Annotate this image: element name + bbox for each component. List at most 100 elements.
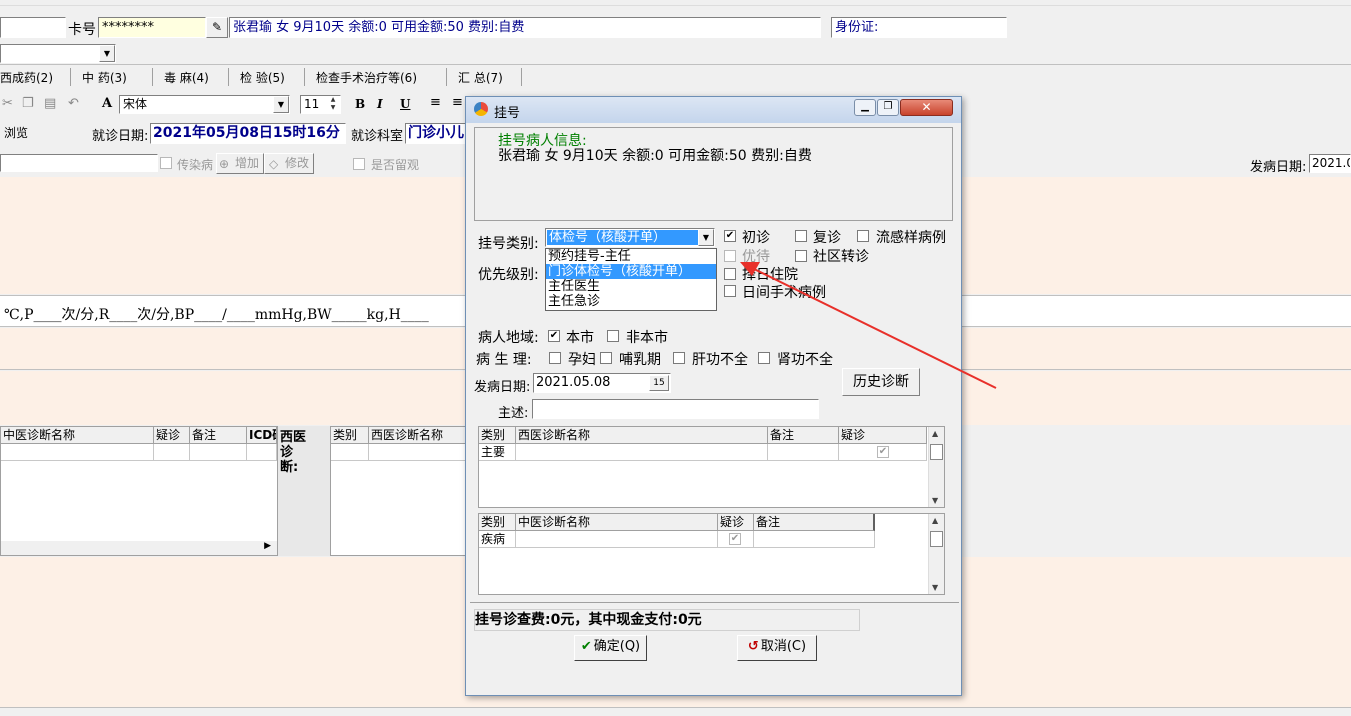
table-row[interactable]	[154, 444, 190, 461]
table-row[interactable]	[190, 444, 247, 461]
close-icon[interactable]: ✕	[900, 99, 953, 116]
dialog-onset-input[interactable]: 2021.05.08 15	[533, 373, 671, 393]
dropdown-option[interactable]: 主任急诊	[546, 294, 716, 309]
history-diagnosis-button[interactable]: 历史诊断	[842, 368, 920, 396]
table-row[interactable]	[516, 444, 768, 461]
chevron-down-icon[interactable]: ▼	[273, 96, 289, 113]
liver-label: 肝功不全	[692, 352, 748, 368]
edit-button[interactable]: ◇ 修改	[264, 153, 314, 174]
scroll-down-icon[interactable]: ▼	[932, 583, 938, 592]
tab-lab[interactable]: 检 验(5)	[240, 69, 285, 86]
scroll-thumb[interactable]	[930, 444, 943, 460]
calendar-icon[interactable]: 15	[649, 375, 669, 391]
visit-date-value[interactable]: 2021年05月08日15时16分	[150, 123, 346, 144]
italic-button[interactable]: I	[377, 97, 383, 111]
dialog-title-bar[interactable]: 挂号 ▁ ❐ ✕	[466, 97, 961, 123]
priority-wait-checkbox[interactable]	[724, 250, 736, 262]
paste-icon[interactable]: ▤	[44, 96, 56, 111]
chevron-down-icon[interactable]: ▼	[99, 45, 115, 62]
undo-icon[interactable]: ↶	[68, 96, 79, 111]
scroll-thumb[interactable]	[930, 531, 943, 547]
left-select[interactable]: ▼	[0, 44, 116, 63]
card-read-icon[interactable]: ✎	[206, 17, 228, 38]
table-row[interactable]	[768, 444, 839, 461]
id-card-field[interactable]: 身份证:	[831, 17, 1007, 38]
editor-toolbar: ✂ ❐ ▤ ↶ A 宋体 ▼ 11 ▲ ▼ B I U ≡ ≡	[0, 92, 470, 118]
table-row[interactable]: ✔	[839, 444, 927, 461]
table-row[interactable]	[331, 444, 369, 461]
menu-bar-remnant	[0, 0, 1351, 6]
first-visit-checkbox[interactable]: ✔	[724, 230, 736, 242]
tab-exam[interactable]: 检查手术治疗等(6)	[316, 69, 417, 86]
patient-name-input[interactable]	[0, 17, 66, 38]
west-diagnosis-grid[interactable]: 类别 西医诊断名称	[330, 426, 470, 556]
card-number-input[interactable]: ********	[98, 17, 206, 38]
font-name-select[interactable]: 宋体 ▼	[119, 95, 290, 114]
west-col-name: 西医诊断名称	[516, 427, 768, 444]
browse-label[interactable]: 浏览	[4, 124, 28, 141]
dropdown-option[interactable]: 主任医生	[546, 279, 716, 294]
minimize-icon[interactable]: ▁	[854, 99, 876, 116]
tab-chinese-medicine[interactable]: 中 药(3)	[82, 69, 127, 86]
add-button[interactable]: ⊕ 增加	[216, 153, 264, 174]
dept-value[interactable]: 门诊小儿	[405, 123, 469, 144]
scroll-up-icon[interactable]: ▲	[932, 516, 938, 525]
dropdown-option[interactable]: 预约挂号-主任	[546, 249, 716, 264]
return-visit-checkbox[interactable]	[795, 230, 807, 242]
dialog-tcm-grid[interactable]: 类别 中医诊断名称 疑诊 备注 疾病 ✔ ▲ ▼	[478, 513, 945, 595]
ok-button[interactable]: ✔ 确定(Q)	[574, 635, 647, 661]
observe-checkbox[interactable]	[353, 158, 365, 170]
scroll-right-icon[interactable]: ▶	[264, 541, 271, 551]
spin-arrows-icon[interactable]: ▲ ▼	[327, 96, 339, 113]
cut-icon[interactable]: ✂	[2, 96, 13, 111]
table-row[interactable]	[1, 444, 154, 461]
tab-narcotic[interactable]: 毒 麻(4)	[164, 69, 209, 86]
table-row[interactable]	[754, 531, 875, 548]
complaint-input[interactable]	[0, 154, 158, 172]
liver-checkbox[interactable]	[673, 352, 685, 364]
cancel-button[interactable]: ↺ 取消(C)	[737, 635, 817, 661]
dialog-west-grid[interactable]: 类别 西医诊断名称 备注 疑诊 主要 ✔ ▲ ▼	[478, 426, 945, 508]
v-scrollbar[interactable]: ▲ ▼	[928, 514, 944, 594]
underline-button[interactable]: U	[400, 97, 410, 111]
flu-case-checkbox[interactable]	[857, 230, 869, 242]
copy-icon[interactable]: ❐	[22, 96, 34, 111]
west-suspect-checkbox[interactable]: ✔	[877, 446, 889, 458]
pregnant-checkbox[interactable]	[549, 352, 561, 364]
align-left-icon[interactable]: ≡	[430, 95, 441, 110]
tab-summary[interactable]: 汇 总(7)	[458, 69, 503, 86]
scroll-down-icon[interactable]: ▼	[932, 496, 938, 505]
flu-case-label: 流感样病例	[876, 230, 946, 246]
onset-input[interactable]: 2021.0	[1309, 154, 1351, 173]
v-scrollbar[interactable]: ▲ ▼	[928, 427, 944, 507]
table-row[interactable]	[369, 444, 469, 461]
next-day-admit-checkbox[interactable]	[724, 268, 736, 280]
lactation-checkbox[interactable]	[600, 352, 612, 364]
reg-type-dropdown[interactable]: 预约挂号-主任 门诊体检号（核酸开单） 主任医生 主任急诊	[545, 248, 717, 311]
day-surgery-checkbox[interactable]	[724, 285, 736, 297]
reg-type-select[interactable]: 体检号（核酸开单） ▼	[545, 228, 715, 247]
h-scrollbar[interactable]: ▶	[1, 541, 277, 555]
bold-button[interactable]: B	[355, 97, 365, 111]
local-checkbox[interactable]: ✔	[548, 330, 560, 342]
tab-western-medicine[interactable]: 西成药(2)	[0, 69, 53, 86]
table-row[interactable]	[516, 531, 718, 548]
tcm-suspect-checkbox[interactable]: ✔	[729, 533, 741, 545]
dropdown-option-selected[interactable]: 门诊体检号（核酸开单）	[546, 264, 716, 279]
scroll-up-icon[interactable]: ▲	[932, 429, 938, 438]
kidney-checkbox[interactable]	[758, 352, 770, 364]
table-row[interactable]: ✔	[718, 531, 754, 548]
table-row[interactable]	[247, 444, 277, 461]
complaint-input[interactable]	[532, 399, 819, 419]
chevron-down-icon[interactable]: ▼	[698, 229, 714, 246]
restore-icon[interactable]: ❐	[877, 99, 899, 116]
font-size-stepper[interactable]: 11 ▲ ▼	[300, 95, 341, 114]
community-checkbox[interactable]	[795, 250, 807, 262]
nonlocal-checkbox[interactable]	[607, 330, 619, 342]
table-row[interactable]: 主要	[479, 444, 516, 461]
tcm-diagnosis-grid[interactable]: 中医诊断名称 疑诊 备注 ICD码 ▶	[0, 426, 278, 556]
align-center-icon[interactable]: ≡	[452, 95, 463, 110]
table-row[interactable]: 疾病	[479, 531, 516, 548]
cancel-icon: ↺	[747, 639, 759, 654]
infectious-checkbox[interactable]	[160, 157, 172, 169]
